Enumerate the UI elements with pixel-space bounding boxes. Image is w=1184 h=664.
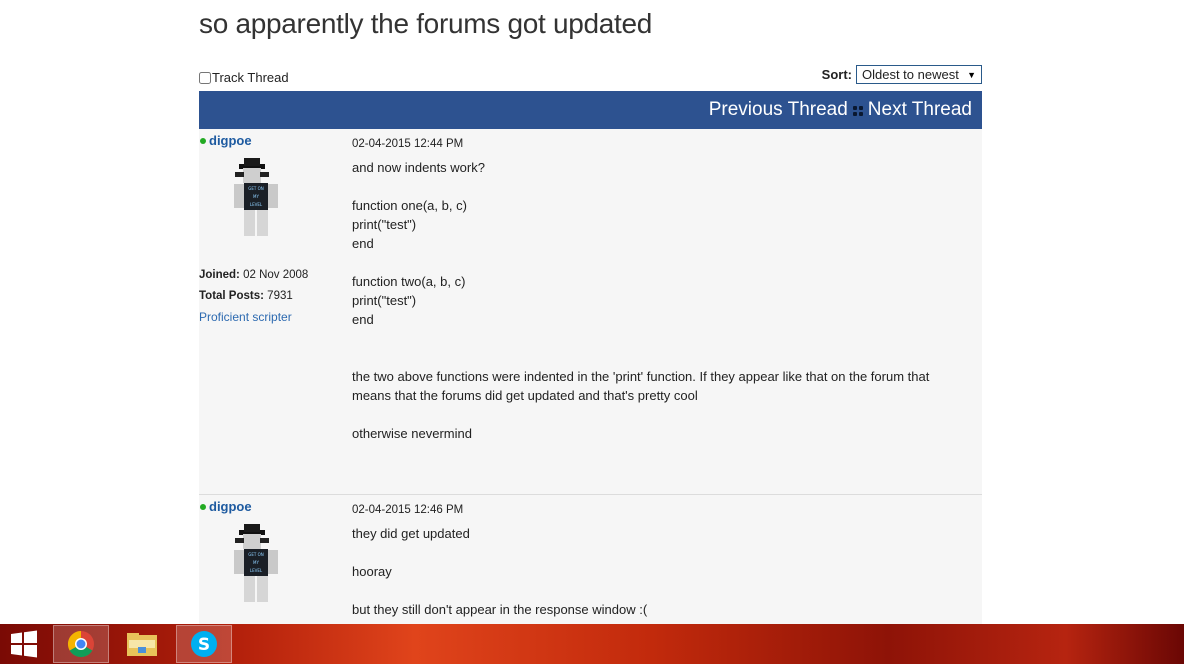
post-line: [352, 581, 972, 600]
svg-text:MY: MY: [253, 194, 259, 199]
post-body: 02-04-2015 12:46 PM they did get updated…: [352, 501, 972, 619]
avatar[interactable]: GET ON MY LEVEL: [221, 524, 291, 604]
post-content: and now indents work? function one(a, b,…: [352, 158, 972, 443]
nav-separator-icon: [852, 106, 863, 116]
post-line: end: [352, 312, 374, 327]
sort-control: Sort: Oldest to newest ▼: [822, 65, 982, 84]
skype-icon: S: [191, 631, 217, 657]
track-thread-checkbox[interactable]: [199, 71, 211, 84]
post-line: end: [352, 236, 374, 251]
post-line: function one(a, b, c): [352, 198, 467, 213]
avatar[interactable]: GET ON MY LEVEL: [221, 158, 291, 238]
post-line: hooray: [352, 564, 392, 579]
thread-title: so apparently the forums got updated: [199, 8, 653, 39]
total-posts-row: Total Posts: 7931: [199, 290, 293, 302]
post-line: means that the forums did get updated an…: [352, 388, 698, 403]
dropdown-arrow-icon: ▼: [967, 69, 976, 80]
sort-select-value: Oldest to newest: [862, 67, 959, 82]
online-status-icon: [200, 503, 206, 510]
taskbar-chrome-button[interactable]: [53, 625, 109, 663]
post-line: [352, 543, 972, 562]
windows-start-icon[interactable]: [10, 630, 38, 658]
windows-taskbar: S: [0, 624, 1184, 664]
post-date: 02-04-2015 12:44 PM: [352, 138, 464, 150]
total-posts-count: 7931: [267, 290, 293, 302]
post-date: 02-04-2015 12:46 PM: [352, 504, 464, 516]
author-meta: Joined: 02 Nov 2008 Total Posts: 7931 Pr…: [199, 265, 339, 328]
next-thread-link[interactable]: Next Thread: [868, 99, 972, 121]
post-author: digpoe GET ON MY LEVEL: [199, 499, 339, 609]
post-body: 02-04-2015 12:44 PM and now indents work…: [352, 135, 972, 443]
post-line: [352, 329, 972, 348]
track-thread[interactable]: Track Thread: [199, 70, 289, 85]
post-line: [352, 253, 972, 272]
forum-page: so apparently the forums got updated Tra…: [0, 0, 1184, 624]
svg-text:GET ON: GET ON: [248, 552, 263, 557]
taskbar-file-explorer-button[interactable]: [114, 625, 170, 663]
post-username[interactable]: digpoe: [199, 133, 339, 148]
folder-icon: [127, 633, 157, 656]
post-username[interactable]: digpoe: [199, 499, 339, 514]
joined-row: Joined: 02 Nov 2008: [199, 269, 309, 281]
thread-nav-bar: Previous Thread Next Thread: [199, 91, 982, 129]
svg-text:LEVEL: LEVEL: [250, 568, 263, 573]
post-author: digpoe GET ON MY LEVEL: [199, 133, 339, 328]
post-line: print("test"): [352, 293, 417, 308]
online-status-icon: [200, 137, 206, 144]
post-line: and now indents work?: [352, 160, 485, 175]
post-content: they did get updated hooray but they sti…: [352, 524, 972, 619]
author-rank[interactable]: Proficient scripter: [199, 307, 339, 328]
post-line: print("test"): [352, 217, 417, 232]
username-label: digpoe: [209, 133, 252, 148]
post-list: digpoe GET ON MY LEVEL Joined: 02 Nov 20…: [199, 129, 982, 624]
post-line: [352, 405, 972, 424]
taskbar-skype-button[interactable]: S: [176, 625, 232, 663]
post: digpoe GET ON MY LEVEL: [199, 495, 982, 624]
post-line: function two(a, b, c): [352, 274, 466, 289]
post-line: the two above functions were indented in…: [352, 369, 930, 384]
track-thread-label: Track Thread: [212, 70, 289, 85]
previous-thread-link[interactable]: Previous Thread: [709, 99, 848, 121]
joined-date: 02 Nov 2008: [243, 269, 309, 281]
post-line: [352, 177, 972, 196]
post: digpoe GET ON MY LEVEL: [199, 129, 982, 495]
avatar-shirt-text: GET ON: [248, 186, 263, 191]
svg-text:MY: MY: [253, 560, 259, 565]
post-line: but they still don't appear in the respo…: [352, 602, 648, 617]
sort-label: Sort:: [821, 67, 852, 82]
post-line: otherwise nevermind: [352, 426, 472, 441]
svg-text:S: S: [198, 635, 210, 655]
username-label: digpoe: [209, 499, 252, 514]
post-line: [352, 348, 972, 367]
svg-text:LEVEL: LEVEL: [250, 202, 263, 207]
sort-select[interactable]: Oldest to newest ▼: [856, 65, 982, 84]
chrome-icon: [67, 630, 94, 658]
post-line: they did get updated: [352, 526, 470, 541]
